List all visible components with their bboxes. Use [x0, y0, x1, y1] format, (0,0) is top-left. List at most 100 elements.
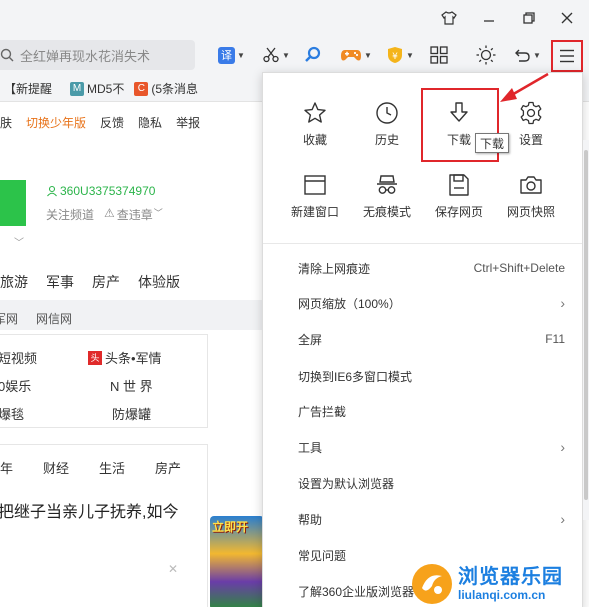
scissors-icon: [263, 47, 279, 63]
bookmark-m-icon: M: [70, 81, 85, 96]
chevron-right-icon: ›: [560, 439, 565, 455]
menu-save-page[interactable]: 保存网页: [423, 173, 495, 220]
news-headline[interactable]: 把继子当亲儿子抚养,如今: [0, 498, 178, 522]
card-link-text: N 世 界: [110, 379, 153, 394]
brightness-button[interactable]: [476, 44, 496, 66]
watermark-logo: 浏览器乐园 liulanqi.com.cn: [412, 560, 589, 607]
top-link-teen-mode[interactable]: 切换少年版: [26, 114, 86, 131]
top-link-privacy[interactable]: 隐私: [138, 114, 162, 131]
menu-item-label: 常见问题: [298, 548, 347, 563]
card-link[interactable]: 防爆罐: [112, 404, 151, 423]
menu-item-clear-history[interactable]: 清除上网痕迹 Ctrl+Shift+Delete: [263, 250, 583, 286]
bookmark-label: (5条消息: [151, 82, 199, 96]
apps-grid-icon: [430, 46, 448, 64]
incognito-icon: [377, 175, 397, 194]
nav-realestate[interactable]: 房产: [92, 272, 120, 292]
card-link[interactable]: 0娱乐: [0, 376, 31, 395]
skin-button[interactable]: [436, 6, 462, 30]
menu-grid-label: 新建窗口: [290, 205, 339, 219]
menu-grid-label: 无痕模式: [362, 205, 411, 219]
menu-item-help[interactable]: 帮助 ›: [263, 501, 583, 537]
chevron-down-icon: ▼: [406, 50, 414, 60]
bookmark-item[interactable]: M MD5不: [70, 80, 124, 97]
card-link[interactable]: 头头条•军情: [88, 348, 162, 367]
follow-channel-link[interactable]: 关注频道: [46, 206, 94, 223]
translate-button[interactable]: 译 ▼: [218, 44, 245, 66]
menu-item-label: 工具: [298, 440, 323, 455]
nav-beta[interactable]: 体验版: [138, 272, 180, 292]
card-link-text: 爆毯: [0, 407, 25, 422]
translate-icon: 译: [218, 46, 235, 64]
menu-item-zoom[interactable]: 网页缩放（100%） ›: [263, 285, 583, 321]
menu-new-window[interactable]: 新建窗口: [279, 173, 351, 220]
menu-item-fullscreen[interactable]: 全屏 F11: [263, 321, 583, 357]
menu-item-adblock[interactable]: 广告拦截: [263, 393, 583, 429]
menu-incognito[interactable]: 无痕模式: [351, 173, 423, 220]
apps-button[interactable]: [430, 44, 448, 66]
top-link-report[interactable]: 举报: [176, 114, 200, 131]
hamburger-menu-icon: [560, 49, 574, 63]
main-menu-button[interactable]: [551, 40, 583, 72]
svg-text:¥: ¥: [392, 52, 398, 62]
screenshot-button[interactable]: ▼: [262, 44, 290, 66]
news-tab[interactable]: 年: [0, 458, 13, 477]
user-icon: [47, 185, 57, 197]
new-window-icon: [304, 175, 326, 195]
headline-badge-icon: 头: [88, 350, 102, 365]
top-link[interactable]: 肤: [0, 114, 12, 131]
menu-grid-label: 网页快照: [506, 205, 555, 219]
divider: [263, 243, 582, 244]
bookmark-label: 【新提醒: [4, 82, 53, 96]
bookmark-item[interactable]: 【新提醒: [4, 80, 52, 97]
search-icon: [0, 48, 14, 62]
minimize-icon: [484, 20, 494, 22]
restore-button[interactable]: [516, 6, 542, 30]
chevron-down-icon: ▼: [237, 50, 245, 60]
menu-item-ie6-mode[interactable]: 切换到IE6多窗口模式: [263, 358, 583, 394]
card-link[interactable]: N 世 界: [110, 376, 153, 395]
violation-check-link[interactable]: 查违章: [117, 206, 153, 223]
card-link[interactable]: 短视频: [0, 348, 37, 367]
game-button[interactable]: ▼: [340, 44, 372, 66]
undo-icon: [515, 49, 530, 62]
scrollbar-thumb[interactable]: [584, 150, 588, 500]
menu-history[interactable]: 历史: [351, 101, 423, 148]
menu-favorites[interactable]: 收藏: [279, 101, 351, 148]
search-button[interactable]: [304, 44, 322, 66]
category-nav: 旅游 军事 房产 体验版: [0, 272, 198, 292]
user-id[interactable]: 360U3375374970: [46, 184, 155, 198]
chevron-down-icon[interactable]: ﹀: [14, 234, 24, 249]
watermark-url: liulanqi.com.cn: [458, 587, 546, 602]
nav-travel[interactable]: 旅游: [0, 272, 28, 292]
avatar[interactable]: [0, 180, 26, 226]
news-tab-realestate[interactable]: 房产: [155, 458, 181, 477]
menu-snapshot[interactable]: 网页快照: [495, 173, 567, 220]
toolbar: 全红婵再现水花消失术 译 ▼ ▼ ▼ ¥ ▼ ▼: [0, 36, 589, 76]
menu-item-label: 了解360企业版浏览器: [298, 584, 415, 599]
game-ad-label: 立即开: [212, 520, 249, 534]
menu-item-default-browser[interactable]: 设置为默认浏览器: [263, 465, 583, 501]
address-bar[interactable]: 全红婵再现水花消失术: [0, 40, 195, 70]
user-links: 关注频道 ⚠ 查违章 ﹀: [46, 206, 163, 223]
undo-button[interactable]: ▼: [513, 44, 541, 66]
menu-item-label: 清除上网痕迹: [298, 261, 371, 276]
close-icon[interactable]: ✕: [168, 562, 178, 576]
brightness-icon: [476, 45, 496, 65]
bookmark-item[interactable]: C (5条消息: [134, 80, 198, 97]
camera-icon: [520, 176, 542, 194]
card-link[interactable]: 爆毯: [0, 404, 24, 423]
restore-icon: [523, 12, 535, 24]
gray-tab[interactable]: 军网: [0, 310, 18, 327]
card-link-text: 短视频: [0, 351, 38, 366]
menu-item-tools[interactable]: 工具 ›: [263, 429, 583, 465]
close-button[interactable]: [554, 6, 580, 30]
news-tab-finance[interactable]: 财经: [43, 458, 69, 477]
coin-button[interactable]: ¥ ▼: [386, 44, 414, 66]
star-icon: [304, 102, 326, 123]
news-tab-life[interactable]: 生活: [99, 458, 125, 477]
minimize-button[interactable]: [476, 6, 502, 30]
nav-military[interactable]: 军事: [46, 272, 74, 292]
top-link-feedback[interactable]: 反馈: [100, 114, 124, 131]
gray-tab[interactable]: 网信网: [36, 310, 72, 327]
menu-grid-label: 保存网页: [434, 205, 483, 219]
